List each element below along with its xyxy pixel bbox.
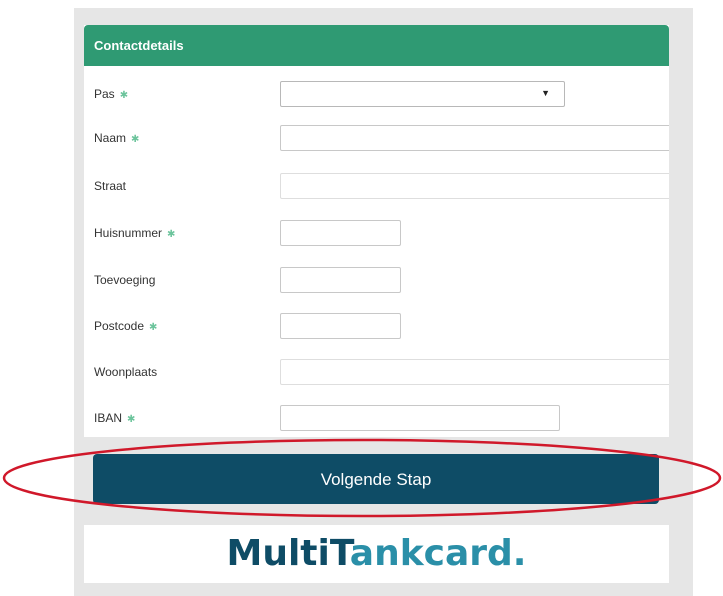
field-label-straat: Straat	[94, 179, 127, 193]
field-label-iban: IBAN ✱	[94, 411, 136, 425]
naam-input[interactable]	[280, 125, 669, 151]
field-row-iban: IBAN ✱	[84, 405, 669, 435]
huisnummer-input[interactable]	[280, 220, 401, 246]
field-label-toevoeging: Toevoeging	[94, 273, 156, 287]
straat-input[interactable]	[280, 173, 669, 199]
required-icon: ✱	[149, 322, 158, 333]
field-row-huisnummer: Huisnummer ✱	[84, 220, 669, 250]
field-label-postcode: Postcode ✱	[94, 319, 158, 333]
postcode-input[interactable]	[280, 313, 401, 339]
field-row-toevoeging: Toevoeging	[84, 267, 669, 297]
required-icon: ✱	[167, 229, 176, 240]
section-header: Contactdetails	[84, 25, 669, 66]
field-row-naam: Naam ✱	[84, 125, 669, 155]
contact-form-card: Contactdetails Pas ✱ ▼ Naam ✱ Straat Huisn…	[84, 25, 669, 437]
brand-logo-box: MultiTankcard.	[84, 525, 669, 583]
field-row-straat: Straat	[84, 173, 669, 203]
field-label-huisnummer: Huisnummer ✱	[94, 226, 176, 240]
field-label-naam: Naam ✱	[94, 131, 140, 145]
pas-select[interactable]: ▼	[280, 81, 565, 107]
chevron-down-icon: ▼	[541, 88, 550, 98]
next-step-button[interactable]: Volgende Stap	[93, 454, 659, 504]
required-icon: ✱	[131, 134, 140, 145]
field-row-woonplaats: Woonplaats	[84, 359, 669, 389]
field-label-woonplaats: Woonplaats	[94, 365, 158, 379]
field-row-postcode: Postcode ✱	[84, 313, 669, 343]
required-icon: ✱	[127, 414, 136, 425]
woonplaats-input[interactable]	[280, 359, 669, 385]
brand-logo: MultiTankcard.	[226, 533, 527, 574]
required-icon: ✱	[119, 90, 129, 101]
field-row-pas: Pas ✱ ▼	[84, 81, 669, 111]
toevoeging-input[interactable]	[280, 267, 401, 293]
field-label-pas: Pas ✱	[94, 87, 129, 101]
iban-input[interactable]	[280, 405, 560, 431]
